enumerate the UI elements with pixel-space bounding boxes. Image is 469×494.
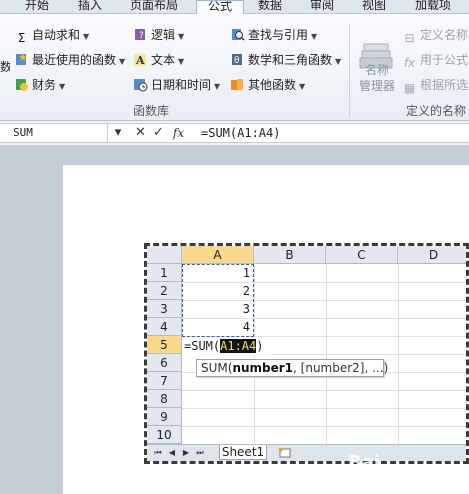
math-trig-button[interactable]: θ 数学和三角函数 ▼: [230, 51, 341, 69]
column-header-c[interactable]: C: [326, 246, 398, 264]
insert-sheet-icon[interactable]: [278, 447, 292, 458]
dropdown-arrow-icon: ▼: [178, 32, 185, 41]
star-book-icon: [14, 52, 29, 67]
text-a-icon: A: [133, 52, 148, 67]
range-selection-marquee: [182, 264, 254, 337]
row-header-4[interactable]: 4: [147, 318, 182, 336]
tab-data[interactable]: 数据: [248, 0, 292, 14]
row-header-9[interactable]: 9: [147, 408, 182, 426]
dropdown-arrow-icon: ▼: [83, 32, 90, 41]
stacked-books-icon: [230, 77, 245, 92]
svg-text:θ: θ: [234, 56, 240, 66]
text-functions-button[interactable]: A 文本 ▼: [133, 51, 184, 69]
formula-bar: SUM ▾ ✕ ✓ fx =SUM(A1:A4): [0, 123, 469, 143]
tab-page-layout[interactable]: 页面布局: [118, 0, 190, 14]
svg-text:A: A: [135, 54, 145, 67]
recent-functions-button[interactable]: 最近使用的函数 ▼: [14, 51, 125, 69]
select-all-corner[interactable]: [147, 246, 182, 264]
dropdown-arrow-icon: ▼: [214, 82, 221, 91]
tab-view[interactable]: 视图: [352, 0, 396, 14]
row-header-3[interactable]: 3: [147, 300, 182, 318]
calendar-clock-icon: [133, 77, 148, 92]
defined-names-group-label: 定义的名称: [406, 104, 467, 118]
cell-a5-editor[interactable]: =SUM(A1:A4): [182, 337, 272, 355]
dropdown-arrow-icon: ▼: [311, 32, 318, 41]
row-header-6[interactable]: 6: [147, 354, 182, 372]
tooltip-current-arg[interactable]: number1: [232, 361, 293, 375]
gridline: [182, 408, 466, 409]
function-argument-tooltip: SUM(number1, [number2], ...): [196, 359, 388, 377]
dropdown-arrow-icon: ▼: [59, 82, 66, 91]
formula-suffix: ): [256, 339, 264, 353]
create-from-selection-button[interactable]: ▦ 根据所选: [402, 76, 468, 95]
theta-book-icon: θ: [230, 52, 245, 67]
logical-button[interactable]: ? 逻辑 ▼: [133, 26, 184, 44]
question-book-icon: ?: [133, 27, 148, 42]
row-header-7[interactable]: 7: [147, 372, 182, 390]
name-box[interactable]: SUM: [0, 124, 108, 142]
gridline: [182, 390, 466, 391]
group-separator: [349, 24, 350, 118]
lookup-reference-button[interactable]: 查找与引用 ▼: [230, 26, 317, 44]
money-book-icon: [14, 77, 29, 92]
gridline: [182, 426, 466, 427]
row-header-5[interactable]: 5: [147, 336, 182, 354]
row-header-2[interactable]: 2: [147, 282, 182, 300]
financial-button[interactable]: 财务 ▼: [14, 76, 65, 94]
cancel-icon[interactable]: ✕: [133, 125, 148, 141]
column-header-b[interactable]: B: [254, 246, 326, 264]
prev-sheet-icon[interactable]: ◀: [167, 447, 177, 459]
row-header-10[interactable]: 10: [147, 426, 182, 444]
function-library-group-label: 函数库: [133, 104, 170, 118]
dropdown-arrow-icon: ▼: [119, 57, 126, 66]
tab-addins[interactable]: 加载项: [404, 0, 462, 14]
dropdown-arrow-icon: ▼: [335, 57, 342, 66]
formula-prefix: =SUM(: [184, 339, 221, 353]
truncated-label: 数: [0, 60, 10, 74]
column-header-d[interactable]: D: [398, 246, 466, 264]
ribbon: 数 Σ 自动求和 ▼ 最近使用的函数 ▼ 财务 ▼ ? 逻辑 ▼ A 文本 ▼ 日期和时间 ▼ 查…: [0, 14, 469, 121]
enter-checkmark-icon[interactable]: ✓: [151, 125, 166, 141]
last-sheet-icon[interactable]: ⏭: [195, 447, 205, 459]
namebox-dropdown-icon[interactable]: ▾: [112, 125, 124, 141]
tooltip-function[interactable]: SUM(: [201, 361, 232, 375]
grid-icon: ▦: [403, 81, 416, 95]
row-header-8[interactable]: 8: [147, 390, 182, 408]
magnifier-book-icon: [230, 27, 245, 42]
insert-function-icon[interactable]: fx: [171, 125, 186, 141]
name-manager-label-2: 管理器: [358, 79, 395, 93]
sheet-tab-sheet1[interactable]: Sheet1: [219, 445, 267, 460]
more-functions-button[interactable]: 其他函数 ▼: [230, 76, 305, 94]
autosum-button[interactable]: Σ 自动求和 ▼: [14, 26, 90, 45]
use-in-formula-button[interactable]: fx 用于公式: [402, 51, 468, 70]
embedded-worksheet[interactable]: A B C D 1 2 3 4 5 6 7 8 9 10 1 2 3 4 =SU…: [144, 243, 469, 464]
tab-formulas[interactable]: 公式: [196, 0, 244, 15]
next-sheet-icon[interactable]: ▶: [181, 447, 191, 459]
tab-review[interactable]: 审阅: [300, 0, 344, 14]
column-header-a[interactable]: A: [182, 246, 254, 264]
datetime-button[interactable]: 日期和时间 ▼: [133, 76, 220, 94]
ribbon-tab-strip: 开始 插入 页面布局 公式 数据 审阅 视图 加载项: [0, 0, 469, 15]
fx-icon: fx: [403, 56, 416, 70]
gridline: [326, 264, 327, 444]
dropdown-arrow-icon: ▼: [178, 57, 185, 66]
first-sheet-icon[interactable]: ⏮: [153, 447, 163, 459]
sheet-tab-bar: ⏮ ◀ ▶ ⏭ Sheet1: [147, 444, 466, 461]
dropdown-arrow-icon: ▼: [299, 82, 306, 91]
row-header-1[interactable]: 1: [147, 264, 182, 282]
name-manager-label-1: 名称: [364, 63, 389, 77]
sigma-icon: Σ: [17, 31, 26, 45]
define-name-button[interactable]: ⊟ 定义名称: [402, 26, 468, 45]
tab-insert[interactable]: 插入: [68, 0, 112, 14]
formula-input[interactable]: =SUM(A1:A4): [201, 124, 280, 142]
tag-icon: ⊟: [404, 31, 415, 45]
tooltip-other-args: , [number2], ...): [293, 361, 389, 375]
svg-text:?: ?: [139, 31, 144, 41]
formula-range-highlight: A1:A4: [220, 339, 257, 353]
worksheet-grid: A B C D 1 2 3 4 5 6 7 8 9 10 1 2 3 4 =SU…: [147, 246, 466, 461]
gridline: [398, 264, 399, 444]
tab-home[interactable]: 开始: [12, 0, 62, 14]
watermark: Bai: [348, 452, 381, 473]
